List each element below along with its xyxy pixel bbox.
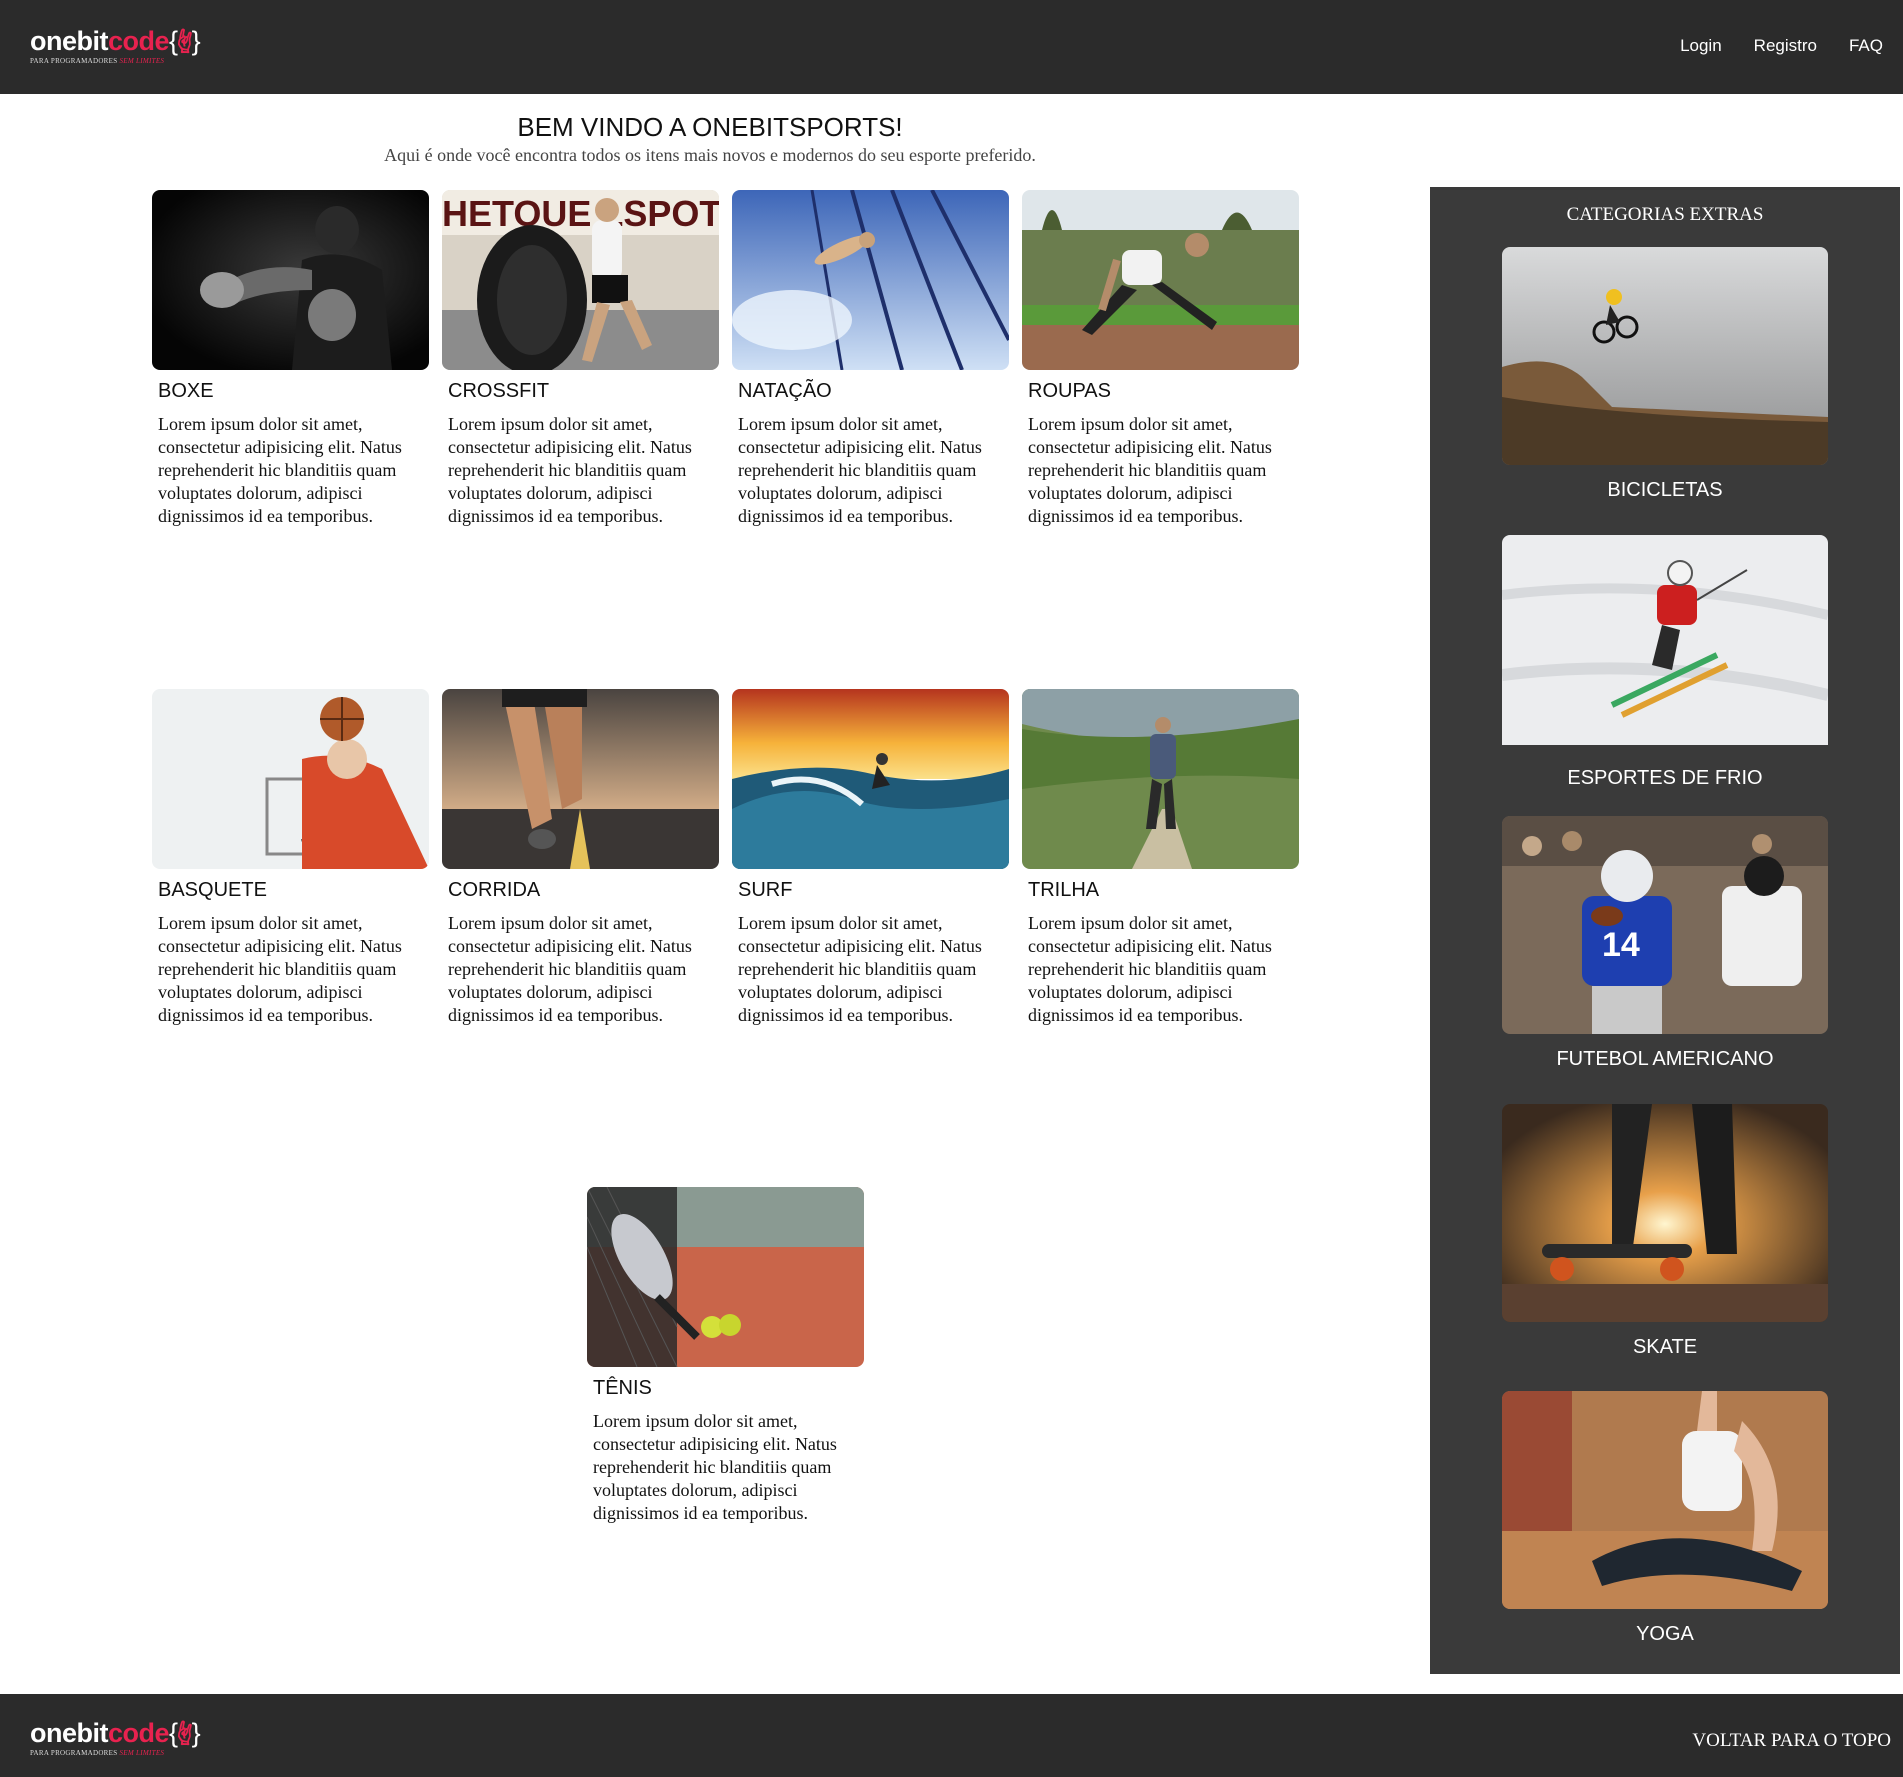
tenis-image[interactable] <box>587 1187 864 1367</box>
sidebar-item-skate[interactable]: SKATE <box>1502 1104 1828 1359</box>
card-title: SURF <box>738 879 793 901</box>
intro-section: BEM VINDO A ONEBITSPORTS! Aqui é onde vo… <box>0 112 1420 166</box>
corrida-image[interactable] <box>442 689 719 869</box>
sidebar-item-label: ESPORTES DE FRIO <box>1567 767 1763 789</box>
card-title: CROSSFIT <box>448 380 550 402</box>
card-title: TÊNIS <box>593 1377 652 1399</box>
sidebar-title: CATEGORIAS EXTRAS <box>1566 204 1764 225</box>
card-text: Lorem ipsum dolor sit amet, consectetur … <box>448 913 692 1025</box>
yoga-image[interactable] <box>1502 1391 1828 1609</box>
crossfit-image[interactable]: HETOUE LSPOT <box>442 190 719 370</box>
basquete-image[interactable] <box>152 689 429 869</box>
nav-faq-link[interactable]: FAQ <box>1849 36 1883 56</box>
boxe-image[interactable] <box>152 190 429 370</box>
sidebar-item-bicicletas[interactable]: BICICLETAS <box>1502 247 1828 502</box>
sidebar-item-label: BICICLETAS <box>1607 479 1723 501</box>
sidebar-item-esportes-de-frio[interactable]: ESPORTES DE FRIO <box>1502 535 1828 790</box>
sidebar-item-yoga[interactable]: YOGA <box>1502 1391 1828 1646</box>
category-card-natacao[interactable]: NATAÇÃO Lorem ipsum dolor sit amet, cons… <box>732 190 1009 528</box>
svg-text:14: 14 <box>1602 926 1640 964</box>
category-card-trilha[interactable]: TRILHA Lorem ipsum dolor sit amet, conse… <box>1022 689 1299 1027</box>
category-card-basquete[interactable]: BASQUETE Lorem ipsum dolor sit amet, con… <box>152 689 429 1027</box>
trilha-image[interactable] <box>1022 689 1299 869</box>
card-text: Lorem ipsum dolor sit amet, consectetur … <box>1028 414 1272 526</box>
card-title: TRILHA <box>1028 879 1100 901</box>
footer-onebitcode-logo[interactable]: onebitcode{🤘︎} PARA PROGRAMADORES SEM LI… <box>30 1720 201 1758</box>
card-text: Lorem ipsum dolor sit amet, consectetur … <box>738 414 982 526</box>
nav-registro-link[interactable]: Registro <box>1754 36 1817 56</box>
sidebar-item-label: FUTEBOL AMERICANO <box>1556 1048 1774 1070</box>
card-text: Lorem ipsum dolor sit amet, consectetur … <box>448 414 692 526</box>
main-nav: Login Registro FAQ <box>1648 36 1883 56</box>
natacao-image[interactable] <box>732 190 1009 370</box>
card-title: BASQUETE <box>158 879 267 901</box>
sidebar-item-label: YOGA <box>1636 1623 1694 1645</box>
card-title: BOXE <box>158 380 214 402</box>
category-card-tenis[interactable]: TÊNIS Lorem ipsum dolor sit amet, consec… <box>587 1187 864 1525</box>
page-title: BEM VINDO A ONEBITSPORTS! <box>517 112 903 142</box>
nav-login-link[interactable]: Login <box>1680 36 1722 56</box>
card-title: NATAÇÃO <box>738 380 832 402</box>
category-card-roupas[interactable]: ROUPAS Lorem ipsum dolor sit amet, conse… <box>1022 190 1299 528</box>
card-text: Lorem ipsum dolor sit amet, consectetur … <box>1028 913 1272 1025</box>
surf-image[interactable] <box>732 689 1009 869</box>
category-card-surf[interactable]: SURF Lorem ipsum dolor sit amet, consect… <box>732 689 1009 1027</box>
page-subtitle: Aqui é onde você encontra todos os itens… <box>384 145 1036 165</box>
bicicletas-image[interactable] <box>1502 247 1828 465</box>
category-card-boxe[interactable]: BOXE Lorem ipsum dolor sit amet, consect… <box>152 190 429 528</box>
card-title: ROUPAS <box>1028 380 1111 402</box>
top-navbar: onebitcode{🤘︎} PARA PROGRAMADORES SEM LI… <box>0 0 1903 94</box>
card-text: Lorem ipsum dolor sit amet, consectetur … <box>158 913 402 1025</box>
sidebar-item-futebol-americano[interactable]: 14 FUTEBOL AMERICANO <box>1502 816 1828 1071</box>
esportes-de-frio-image[interactable] <box>1502 535 1828 753</box>
sidebar-extra-categories: CATEGORIAS EXTRAS BICICLETAS ESPORTES DE… <box>1430 187 1900 1674</box>
card-title: CORRIDA <box>448 879 541 901</box>
card-text: Lorem ipsum dolor sit amet, consectetur … <box>593 1411 837 1523</box>
onebitcode-logo[interactable]: onebitcode{🤘︎} PARA PROGRAMADORES SEM LI… <box>30 28 201 66</box>
skate-image[interactable] <box>1502 1104 1828 1322</box>
category-card-crossfit[interactable]: HETOUE LSPOT CROSSFIT Lorem ipsum dolor … <box>442 190 719 528</box>
card-text: Lorem ipsum dolor sit amet, consectetur … <box>738 913 982 1025</box>
futebol-americano-image[interactable]: 14 <box>1502 816 1828 1034</box>
category-card-corrida[interactable]: CORRIDA Lorem ipsum dolor sit amet, cons… <box>442 689 719 1027</box>
footer: onebitcode{🤘︎} PARA PROGRAMADORES SEM LI… <box>0 1694 1903 1777</box>
roupas-image[interactable] <box>1022 190 1299 370</box>
sidebar-item-label: SKATE <box>1632 1336 1698 1358</box>
card-text: Lorem ipsum dolor sit amet, consectetur … <box>158 414 402 526</box>
back-to-top-link[interactable]: VOLTAR PARA O TOPO <box>1692 1730 1891 1752</box>
svg-text:HETOUE LSPOT: HETOUE LSPOT <box>442 193 719 234</box>
